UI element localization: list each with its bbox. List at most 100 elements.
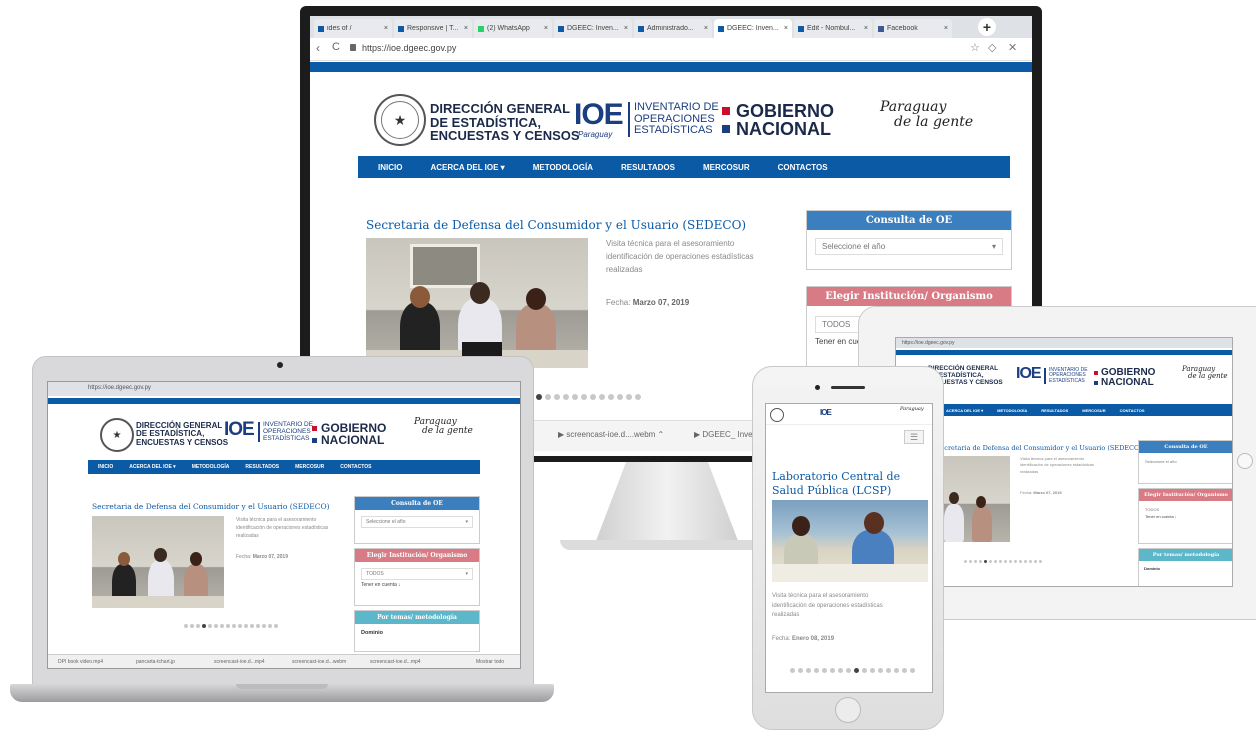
download-item[interactable]: ▶ DGEEC_ Inve... (694, 430, 759, 439)
carousel-dot[interactable] (862, 668, 867, 673)
carousel-dot[interactable] (974, 560, 977, 563)
laptop-carousel-dots[interactable] (184, 624, 278, 628)
carousel-dot[interactable] (635, 394, 641, 400)
post-title[interactable]: Secretaria de Defensa del Consumidor y e… (366, 218, 746, 232)
tablet-post-photo[interactable] (936, 456, 1010, 542)
browser-tab[interactable]: Edit - Nombul... × (794, 19, 872, 38)
laptop-download-item[interactable]: pancarta-tchart.jp (136, 659, 175, 665)
carousel-dot[interactable] (536, 394, 542, 400)
laptop-nav-metodologia[interactable]: METODOLOGÍA (192, 464, 230, 470)
tablet-nav-resultados[interactable]: RESULTADOS (1041, 408, 1068, 413)
tab-close-icon[interactable]: × (464, 25, 468, 32)
browser-tab[interactable]: DGEEC: Inven... × (714, 19, 792, 38)
new-tab-button[interactable]: + (978, 18, 996, 36)
carousel-dot[interactable] (902, 668, 907, 673)
carousel-dot[interactable] (626, 394, 632, 400)
extension-icon[interactable]: ◇ (988, 41, 996, 54)
browser-tab[interactable]: DGEEC: Inven... × (554, 19, 632, 38)
carousel-dot[interactable] (244, 624, 248, 628)
phone-post-title[interactable]: Laboratorio Central de Salud Pública (LC… (772, 470, 928, 498)
nav-metodologia[interactable]: METODOLOGÍA (533, 163, 593, 172)
tablet-widget-temas-item[interactable]: Dominio (1144, 566, 1228, 571)
carousel-dot[interactable] (1004, 560, 1007, 563)
laptop-download-item[interactable]: DPI book video.mp4 (58, 659, 103, 665)
carousel-dots[interactable] (536, 394, 641, 400)
carousel-dot[interactable] (846, 668, 851, 673)
carousel-dot[interactable] (274, 624, 278, 628)
carousel-dot[interactable] (886, 668, 891, 673)
tab-close-icon[interactable]: × (864, 25, 868, 32)
carousel-dot[interactable] (806, 668, 811, 673)
carousel-dot[interactable] (545, 394, 551, 400)
tablet-nav-mercosur[interactable]: MERCOSUR (1082, 408, 1105, 413)
carousel-dot[interactable] (830, 668, 835, 673)
phone-carousel-dots[interactable] (790, 668, 915, 673)
browser-tab[interactable]: Responsive | T... × (394, 19, 472, 38)
tab-close-icon[interactable]: × (544, 25, 548, 32)
carousel-dot[interactable] (790, 668, 795, 673)
tablet-home-button[interactable] (1237, 453, 1253, 469)
download-item[interactable]: ▶ screencast-ioe.d....webm ⌃ (558, 430, 664, 439)
laptop-post-title[interactable]: Secretaria de Defensa del Consumidor y e… (92, 502, 330, 511)
carousel-dot[interactable] (226, 624, 230, 628)
tablet-post-title[interactable]: Secretaria de Defensa del Consumidor y e… (936, 444, 1142, 452)
back-icon[interactable]: ‹ (316, 41, 320, 55)
carousel-dot[interactable] (854, 668, 859, 673)
carousel-dot[interactable] (572, 394, 578, 400)
carousel-dot[interactable] (590, 394, 596, 400)
url-field[interactable]: https://ioe.dgeec.gov.py (362, 43, 456, 53)
reload-icon[interactable]: C (332, 41, 340, 53)
nav-inicio[interactable]: INICIO (378, 163, 402, 172)
carousel-dot[interactable] (964, 560, 967, 563)
carousel-dot[interactable] (1039, 560, 1042, 563)
tablet-nav-acerca[interactable]: ACERCA DEL IOE ▾ (946, 408, 983, 413)
phone-home-button[interactable] (835, 697, 861, 723)
nav-acerca[interactable]: ACERCA DEL IOE ▾ (430, 163, 504, 172)
carousel-dot[interactable] (979, 560, 982, 563)
laptop-tener-link[interactable]: Tener en cuenta ↓ (361, 582, 479, 588)
nav-mercosur[interactable]: MERCOSUR (703, 163, 750, 172)
browser-tab[interactable]: (2) WhatsApp × (474, 19, 552, 38)
star-icon[interactable]: ☆ (970, 41, 980, 54)
laptop-nav-contactos[interactable]: CONTACTOS (340, 464, 371, 470)
tablet-institution-select[interactable]: TODOS (1145, 507, 1227, 512)
tablet-url-field[interactable]: https://ioe.dgeec.gov.py (902, 340, 954, 346)
tab-close-icon[interactable]: × (784, 25, 788, 32)
carousel-dot[interactable] (196, 624, 200, 628)
laptop-nav-mercosur[interactable]: MERCOSUR (295, 464, 324, 470)
nav-contactos[interactable]: CONTACTOS (778, 163, 828, 172)
laptop-download-item[interactable]: screencast-ioe.d...mp4 (370, 659, 421, 665)
laptop-post-photo[interactable] (92, 516, 224, 608)
tab-close-icon[interactable]: × (704, 25, 708, 32)
phone-post-photo[interactable] (772, 500, 928, 582)
tablet-nav-metodologia[interactable]: METODOLOGÍA (997, 408, 1027, 413)
carousel-dot[interactable] (232, 624, 236, 628)
carousel-dot[interactable] (814, 668, 819, 673)
carousel-dot[interactable] (1034, 560, 1037, 563)
laptop-show-all[interactable]: Mostrar todo (476, 659, 504, 665)
carousel-dot[interactable] (256, 624, 260, 628)
carousel-dot[interactable] (250, 624, 254, 628)
carousel-dot[interactable] (268, 624, 272, 628)
laptop-download-item[interactable]: screencast-ioe.d...webm (292, 659, 346, 665)
carousel-dot[interactable] (838, 668, 843, 673)
carousel-dot[interactable] (984, 560, 987, 563)
carousel-dot[interactable] (599, 394, 605, 400)
carousel-dot[interactable] (798, 668, 803, 673)
carousel-dot[interactable] (1024, 560, 1027, 563)
phone-menu-button[interactable]: ☰ (904, 430, 924, 444)
carousel-dot[interactable] (262, 624, 266, 628)
carousel-dot[interactable] (1009, 560, 1012, 563)
tablet-tener-link[interactable]: Tener en cuenta ↓ (1145, 514, 1232, 519)
carousel-dot[interactable] (214, 624, 218, 628)
year-select[interactable]: Seleccione el año ▾ (815, 238, 1003, 255)
carousel-dot[interactable] (910, 668, 915, 673)
nav-resultados[interactable]: RESULTADOS (621, 163, 675, 172)
carousel-dot[interactable] (1029, 560, 1032, 563)
carousel-dot[interactable] (999, 560, 1002, 563)
carousel-dot[interactable] (989, 560, 992, 563)
carousel-dot[interactable] (608, 394, 614, 400)
carousel-dot[interactable] (617, 394, 623, 400)
browser-tab[interactable]: ides of / × (314, 19, 392, 38)
browser-tab[interactable]: Facebook × (874, 19, 952, 38)
